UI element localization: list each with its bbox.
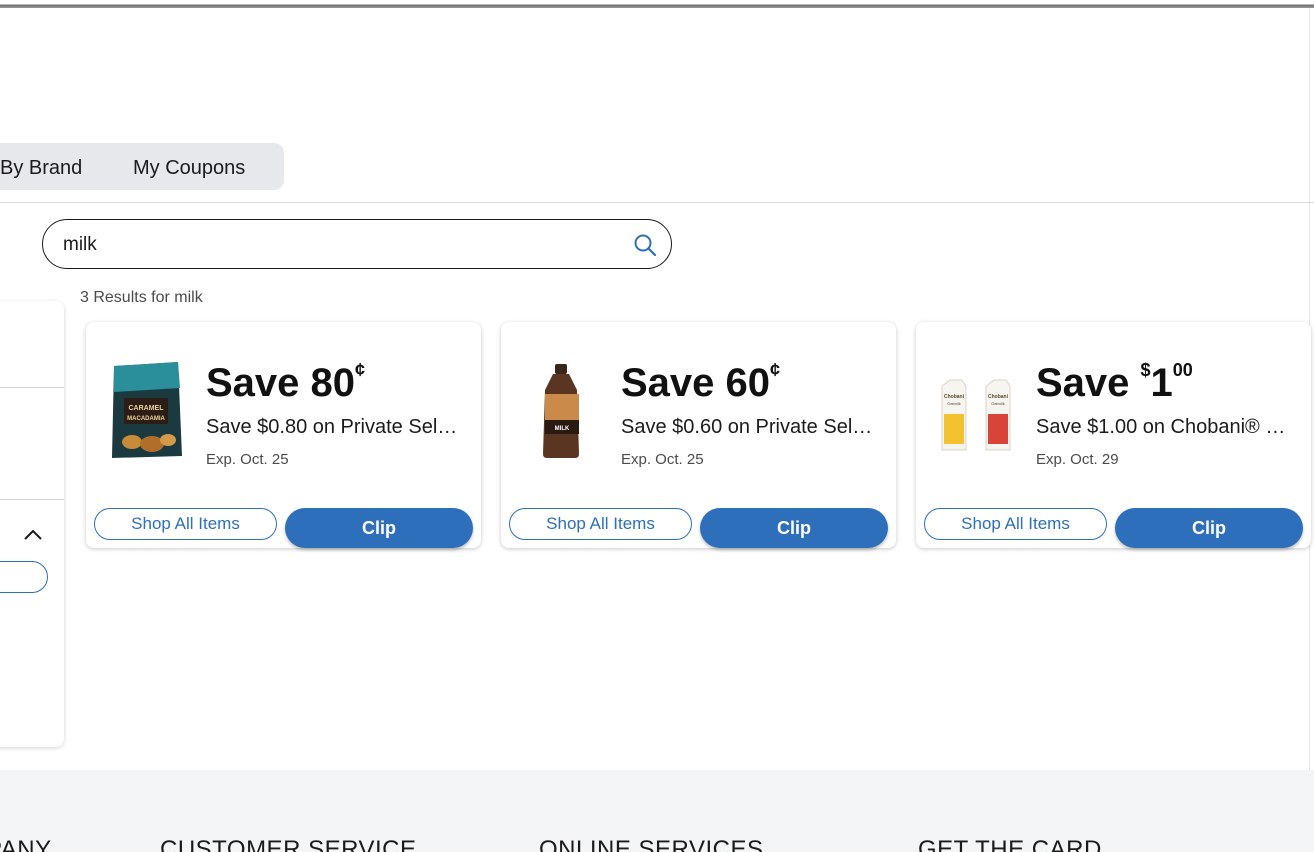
coupon-card: Chobani Oatmilk Chobani Oatmilk Save $10… [916,322,1311,548]
footer-heading-get-the-card: GET THE CARD [918,836,1102,852]
chevron-up-icon[interactable] [22,527,44,541]
search-input[interactable] [63,232,623,258]
product-image: MILK [521,358,601,462]
clip-button[interactable]: Clip [285,508,473,548]
svg-text:Chobani: Chobani [944,394,965,400]
coupon-description: Save $0.80 on Private Selection Caramel … [206,416,468,438]
search-icon[interactable] [633,233,657,257]
product-image: CARAMEL MACADAMIA [106,358,186,462]
svg-text:Oatmilk: Oatmilk [947,401,961,406]
clip-button[interactable]: Clip [1115,508,1303,548]
tab-by-brand[interactable]: By Brand [0,157,82,180]
savings-amount: Save $100 [1036,360,1193,405]
filter-panel [0,301,64,747]
coupon-expiration: Exp. Oct. 25 [621,451,704,468]
svg-text:Chobani: Chobani [988,394,1009,400]
tabs-divider [0,202,1314,203]
coupon-tabs: By Brand My Coupons [0,143,284,190]
coupon-expiration: Exp. Oct. 29 [1036,451,1119,468]
coupon-expiration: Exp. Oct. 25 [206,451,289,468]
tab-my-coupons[interactable]: My Coupons [133,157,245,180]
footer-heading-online-services: ONLINE SERVICES [539,836,764,852]
svg-text:MILK: MILK [555,426,570,432]
savings-amount: Save 80¢ [206,360,366,405]
svg-text:CARAMEL: CARAMEL [129,405,165,412]
filter-option-button[interactable] [0,561,48,593]
shop-all-items-button[interactable]: Shop All Items [94,508,277,540]
filter-divider [0,387,64,388]
coupon-description: Save $0.60 on Private Selection Milk [621,416,883,438]
coupon-card: CARAMEL MACADAMIA Save 80¢ Save $0.80 on… [86,322,481,548]
clip-button[interactable]: Clip [700,508,888,548]
coupon-card: MILK Save 60¢ Save $0.60 on Private Sele… [501,322,896,548]
savings-amount: Save 60¢ [621,360,781,405]
product-image: Chobani Oatmilk Chobani Oatmilk [936,358,1016,462]
footer-heading-customer-service: CUSTOMER SERVICE [160,836,417,852]
svg-text:MACADAMIA: MACADAMIA [127,416,165,422]
results-count: 3 Results for milk [80,289,203,306]
footer-heading-company: PANY [0,836,52,852]
site-footer: PANY CUSTOMER SERVICE ONLINE SERVICES GE… [0,770,1314,852]
coupon-description: Save $1.00 on Chobani® Oat Milk [1036,416,1298,438]
filter-divider [0,499,64,500]
browser-top-edge [0,0,1314,8]
search-box [42,219,672,269]
shop-all-items-button[interactable]: Shop All Items [924,508,1107,540]
shop-all-items-button[interactable]: Shop All Items [509,508,692,540]
svg-text:Oatmilk: Oatmilk [991,401,1005,406]
